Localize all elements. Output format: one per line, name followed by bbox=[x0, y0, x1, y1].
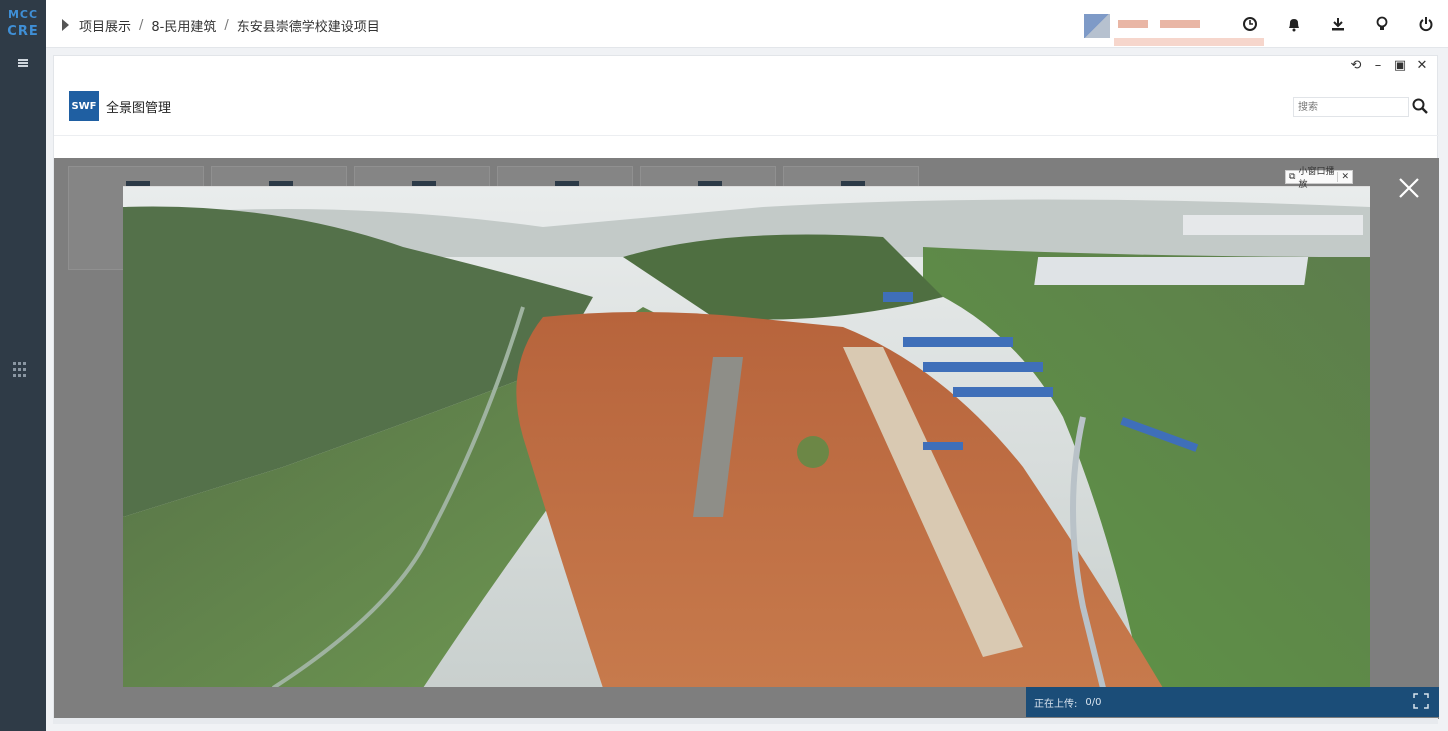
app-header: SWF 全景图管理 bbox=[54, 76, 1439, 136]
upload-status-bar: 正在上传: 0/0 bbox=[1026, 687, 1439, 717]
avatar bbox=[1084, 14, 1110, 38]
company-logo[interactable]: MCC CRE bbox=[3, 6, 43, 44]
page-title: 全景图管理 bbox=[106, 101, 172, 116]
swf-badge: SWF bbox=[69, 91, 99, 121]
breadcrumb-separator: / bbox=[139, 17, 144, 33]
apps-grid-icon[interactable] bbox=[13, 362, 29, 378]
top-toolbar bbox=[1240, 14, 1436, 34]
upload-count: 0/0 bbox=[1085, 696, 1102, 708]
expand-icon[interactable] bbox=[1413, 693, 1429, 709]
close-icon[interactable]: ✕ bbox=[1415, 58, 1429, 73]
upload-label: 正在上传: bbox=[1034, 698, 1078, 710]
minimize-icon[interactable]: – bbox=[1371, 58, 1385, 73]
search-input[interactable] bbox=[1293, 97, 1409, 117]
clock-icon[interactable] bbox=[1240, 14, 1260, 34]
bell-icon[interactable] bbox=[1284, 14, 1304, 34]
user-info-redacted bbox=[1114, 38, 1264, 46]
main-card: ⟲ – ▣ ✕ SWF 全景图管理 搜索 ⧉ 小窗口播放 ✕ 正在上传: 0/0 bbox=[53, 55, 1439, 719]
close-overlay-icon[interactable] bbox=[1397, 176, 1421, 200]
close-icon[interactable]: ✕ bbox=[1337, 172, 1349, 182]
breadcrumb: 项目展示 / 8-民用建筑 / 东安县崇德学校建设项目 bbox=[62, 16, 380, 35]
top-bar: 项目展示 / 8-民用建筑 / 东安县崇德学校建设项目 bbox=[46, 0, 1448, 48]
breadcrumb-arrow-icon bbox=[62, 19, 69, 31]
user-profile[interactable] bbox=[1084, 10, 1264, 46]
search-icon[interactable] bbox=[1411, 97, 1429, 115]
bulb-icon[interactable] bbox=[1372, 14, 1392, 34]
app-root: MCC CRE 项目展示 / 8-民用建筑 / 东安县崇德学校建设项目 ⟲ – … bbox=[0, 0, 1448, 731]
window-icon: ⧉ bbox=[1289, 172, 1296, 182]
refresh-icon[interactable]: ⟲ bbox=[1349, 58, 1363, 73]
breadcrumb-item-projects[interactable]: 项目展示 bbox=[79, 16, 131, 35]
power-icon[interactable] bbox=[1416, 14, 1436, 34]
small-window-play-button[interactable]: ⧉ 小窗口播放 ✕ bbox=[1285, 167, 1353, 190]
user-name-redacted bbox=[1118, 20, 1218, 28]
breadcrumb-separator: / bbox=[224, 17, 229, 33]
breadcrumb-item-category[interactable]: 8-民用建筑 bbox=[151, 16, 216, 35]
panorama-viewer[interactable] bbox=[123, 186, 1370, 687]
breadcrumb-item-project: 东安县崇德学校建设项目 bbox=[236, 19, 380, 35]
download-icon[interactable] bbox=[1328, 14, 1348, 34]
maximize-icon[interactable]: ▣ bbox=[1393, 58, 1407, 73]
left-rail: MCC CRE bbox=[0, 0, 46, 731]
panorama-overlay: ⧉ 小窗口播放 ✕ 正在上传: 0/0 bbox=[54, 158, 1439, 719]
window-controls: ⟲ – ▣ ✕ bbox=[1349, 58, 1429, 73]
bottom-strip bbox=[53, 718, 1438, 724]
panorama-image[interactable] bbox=[123, 187, 1370, 687]
menu-toggle-icon[interactable] bbox=[9, 58, 37, 70]
